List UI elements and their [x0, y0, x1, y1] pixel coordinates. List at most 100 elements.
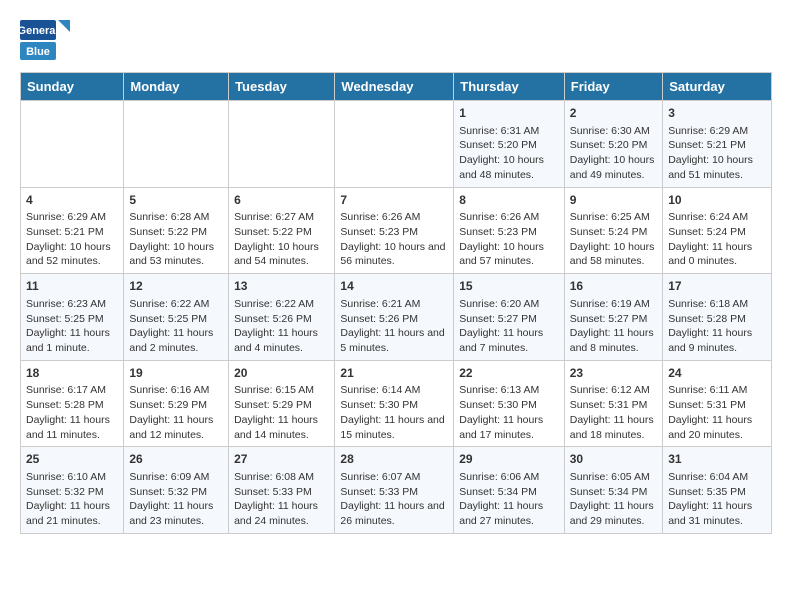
day-info: Sunrise: 6:25 AM [570, 210, 657, 225]
day-number: 7 [340, 192, 448, 209]
day-number: 6 [234, 192, 329, 209]
day-info: Sunset: 5:29 PM [234, 398, 329, 413]
logo-svg: General Blue [20, 20, 70, 62]
calendar-cell: 14Sunrise: 6:21 AMSunset: 5:26 PMDayligh… [335, 274, 454, 361]
day-info: Sunset: 5:23 PM [459, 225, 559, 240]
day-info: Sunset: 5:33 PM [340, 485, 448, 500]
day-info: Sunset: 5:34 PM [459, 485, 559, 500]
day-number: 11 [26, 278, 118, 295]
day-number: 31 [668, 451, 766, 468]
day-number: 15 [459, 278, 559, 295]
day-info: Sunrise: 6:29 AM [668, 124, 766, 139]
day-info: Daylight: 10 hours and 56 minutes. [340, 240, 448, 269]
day-info: Sunset: 5:30 PM [459, 398, 559, 413]
day-info: Sunset: 5:24 PM [668, 225, 766, 240]
day-info: Sunrise: 6:19 AM [570, 297, 657, 312]
day-info: Sunrise: 6:17 AM [26, 383, 118, 398]
day-info: Sunrise: 6:15 AM [234, 383, 329, 398]
calendar-cell [335, 101, 454, 188]
day-info: Sunrise: 6:05 AM [570, 470, 657, 485]
day-info: Sunrise: 6:12 AM [570, 383, 657, 398]
day-info: Sunrise: 6:27 AM [234, 210, 329, 225]
day-info: Daylight: 10 hours and 58 minutes. [570, 240, 657, 269]
calendar-cell: 26Sunrise: 6:09 AMSunset: 5:32 PMDayligh… [124, 447, 229, 534]
day-info: Sunset: 5:21 PM [668, 138, 766, 153]
day-info: Sunset: 5:22 PM [234, 225, 329, 240]
day-info: Sunset: 5:24 PM [570, 225, 657, 240]
calendar-cell: 1Sunrise: 6:31 AMSunset: 5:20 PMDaylight… [454, 101, 565, 188]
day-info: Sunrise: 6:16 AM [129, 383, 223, 398]
calendar-cell: 7Sunrise: 6:26 AMSunset: 5:23 PMDaylight… [335, 187, 454, 274]
calendar-cell: 9Sunrise: 6:25 AMSunset: 5:24 PMDaylight… [564, 187, 662, 274]
day-info: Sunrise: 6:31 AM [459, 124, 559, 139]
header-thursday: Thursday [454, 73, 565, 101]
day-info: Daylight: 11 hours and 2 minutes. [129, 326, 223, 355]
calendar-cell: 29Sunrise: 6:06 AMSunset: 5:34 PMDayligh… [454, 447, 565, 534]
day-number: 22 [459, 365, 559, 382]
day-number: 13 [234, 278, 329, 295]
calendar-header-row: SundayMondayTuesdayWednesdayThursdayFrid… [21, 73, 772, 101]
header-sunday: Sunday [21, 73, 124, 101]
header: General Blue [20, 20, 772, 62]
day-info: Sunset: 5:31 PM [570, 398, 657, 413]
day-info: Sunrise: 6:06 AM [459, 470, 559, 485]
day-number: 8 [459, 192, 559, 209]
day-number: 4 [26, 192, 118, 209]
calendar-cell: 8Sunrise: 6:26 AMSunset: 5:23 PMDaylight… [454, 187, 565, 274]
day-info: Sunrise: 6:04 AM [668, 470, 766, 485]
day-info: Daylight: 11 hours and 4 minutes. [234, 326, 329, 355]
day-info: Sunrise: 6:20 AM [459, 297, 559, 312]
calendar-table: SundayMondayTuesdayWednesdayThursdayFrid… [20, 72, 772, 534]
day-info: Sunrise: 6:14 AM [340, 383, 448, 398]
day-number: 17 [668, 278, 766, 295]
day-number: 5 [129, 192, 223, 209]
calendar-cell: 27Sunrise: 6:08 AMSunset: 5:33 PMDayligh… [229, 447, 335, 534]
day-number: 12 [129, 278, 223, 295]
day-info: Sunrise: 6:28 AM [129, 210, 223, 225]
day-info: Sunset: 5:35 PM [668, 485, 766, 500]
calendar-week-5: 25Sunrise: 6:10 AMSunset: 5:32 PMDayligh… [21, 447, 772, 534]
day-info: Daylight: 11 hours and 8 minutes. [570, 326, 657, 355]
calendar-cell: 31Sunrise: 6:04 AMSunset: 5:35 PMDayligh… [663, 447, 772, 534]
day-info: Sunrise: 6:22 AM [234, 297, 329, 312]
calendar-cell: 15Sunrise: 6:20 AMSunset: 5:27 PMDayligh… [454, 274, 565, 361]
calendar-cell: 2Sunrise: 6:30 AMSunset: 5:20 PMDaylight… [564, 101, 662, 188]
calendar-cell [229, 101, 335, 188]
calendar-cell: 12 Sunrise: 6:22 AMSunset: 5:25 PMDayligh… [124, 274, 229, 361]
day-info: Sunset: 5:25 PM [129, 312, 223, 327]
day-info: Daylight: 11 hours and 24 minutes. [234, 499, 329, 528]
calendar-week-3: 11Sunrise: 6:23 AMSunset: 5:25 PMDayligh… [21, 274, 772, 361]
day-info: Sunrise: 6:22 AM [129, 297, 223, 312]
calendar-cell: 11Sunrise: 6:23 AMSunset: 5:25 PMDayligh… [21, 274, 124, 361]
day-info: Sunrise: 6:11 AM [668, 383, 766, 398]
header-tuesday: Tuesday [229, 73, 335, 101]
day-info: Daylight: 10 hours and 51 minutes. [668, 153, 766, 182]
day-number: 28 [340, 451, 448, 468]
day-number: 14 [340, 278, 448, 295]
day-info: Sunrise: 6:13 AM [459, 383, 559, 398]
day-number: 24 [668, 365, 766, 382]
day-info: Daylight: 10 hours and 53 minutes. [129, 240, 223, 269]
day-info: Sunset: 5:32 PM [26, 485, 118, 500]
day-number: 3 [668, 105, 766, 122]
day-info: Sunrise: 6:23 AM [26, 297, 118, 312]
day-info: Daylight: 11 hours and 17 minutes. [459, 413, 559, 442]
day-number: 26 [129, 451, 223, 468]
day-info: Sunrise: 6:07 AM [340, 470, 448, 485]
day-number: 21 [340, 365, 448, 382]
calendar-cell: 3 Sunrise: 6:29 AMSunset: 5:21 PMDaylight… [663, 101, 772, 188]
calendar-cell [21, 101, 124, 188]
calendar-cell: 5Sunrise: 6:28 AMSunset: 5:22 PMDaylight… [124, 187, 229, 274]
day-info: Sunrise: 6:09 AM [129, 470, 223, 485]
calendar-cell: 21Sunrise: 6:14 AMSunset: 5:30 PMDayligh… [335, 360, 454, 447]
day-number: 29 [459, 451, 559, 468]
calendar-cell: 19Sunrise: 6:16 AMSunset: 5:29 PMDayligh… [124, 360, 229, 447]
day-info: Daylight: 11 hours and 15 minutes. [340, 413, 448, 442]
day-info: Sunrise: 6:10 AM [26, 470, 118, 485]
day-info: Sunset: 5:27 PM [570, 312, 657, 327]
day-info: Daylight: 10 hours and 48 minutes. [459, 153, 559, 182]
day-info: Sunrise: 6:21 AM [340, 297, 448, 312]
day-info: Sunrise: 6:30 AM [570, 124, 657, 139]
day-info: Daylight: 11 hours and 12 minutes. [129, 413, 223, 442]
day-info: Sunrise: 6:26 AM [340, 210, 448, 225]
